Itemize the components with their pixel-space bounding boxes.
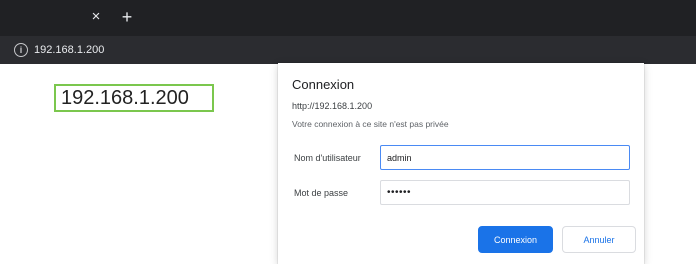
browser-address-bar[interactable] xyxy=(0,36,696,64)
cancel-button[interactable]: Annuler xyxy=(562,226,636,253)
login-dialog: Connexion http://192.168.1.200 Votre con… xyxy=(278,63,644,264)
password-field[interactable] xyxy=(380,180,630,205)
address-url[interactable]: 192.168.1.200 xyxy=(34,43,104,57)
dialog-title: Connexion xyxy=(292,77,355,92)
username-label: Nom d'utilisateur xyxy=(294,153,361,163)
username-field[interactable] xyxy=(380,145,630,170)
browser-tab-bar xyxy=(0,0,696,36)
page-url-callout: 192.168.1.200 xyxy=(54,84,214,112)
dialog-url: http://192.168.1.200 xyxy=(292,101,373,111)
close-tab-icon[interactable]: × xyxy=(88,9,104,25)
dialog-warning: Votre connexion à ce site n'est pas priv… xyxy=(292,119,449,129)
password-label: Mot de passe xyxy=(294,188,349,198)
new-tab-icon[interactable]: + xyxy=(118,8,136,26)
login-button[interactable]: Connexion xyxy=(478,226,553,253)
info-icon[interactable]: i xyxy=(14,43,28,57)
